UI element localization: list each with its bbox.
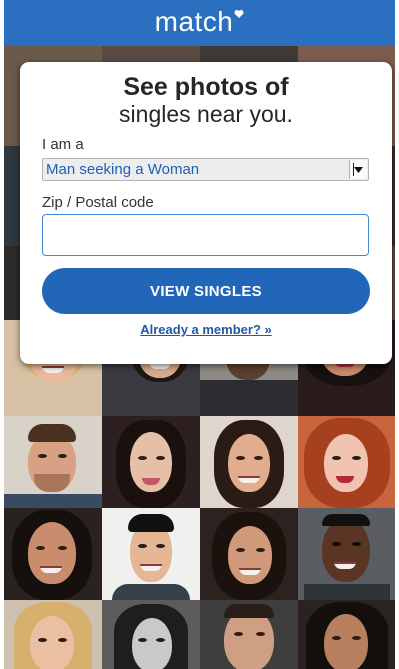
seeking-select[interactable]: Man seeking a Woman [42, 158, 369, 181]
profile-photo [102, 416, 200, 508]
seeking-select-value: Man seeking a Woman [46, 161, 200, 178]
profile-photo [298, 416, 395, 508]
profile-photo [200, 600, 298, 669]
signup-card: See photos of singles near you. I am a M… [20, 62, 392, 364]
seeking-label: I am a [42, 136, 84, 153]
profile-photo [102, 600, 200, 669]
brand-logo: match [155, 6, 245, 38]
profile-photo [102, 508, 200, 600]
profile-photo [298, 508, 395, 600]
profile-photo [4, 416, 102, 508]
profile-photo [4, 508, 102, 600]
card-subtitle: singles near you. [119, 101, 293, 127]
profile-photo [298, 600, 395, 669]
app-screen: match See photos of singles near you. I … [4, 0, 395, 669]
profile-photo [4, 600, 102, 669]
view-singles-button[interactable]: VIEW SINGLES [42, 268, 370, 314]
zip-label: Zip / Postal code [42, 194, 154, 211]
chevron-down-icon[interactable] [349, 160, 367, 179]
profile-photo [200, 508, 298, 600]
zip-input[interactable] [42, 214, 369, 256]
app-header: match [4, 0, 395, 46]
profile-photo [200, 416, 298, 508]
already-member-link[interactable]: Already a member? » [20, 322, 392, 337]
brand-logo-text: match [154, 6, 234, 37]
heart-icon [234, 10, 244, 18]
card-title: See photos of [123, 73, 289, 101]
